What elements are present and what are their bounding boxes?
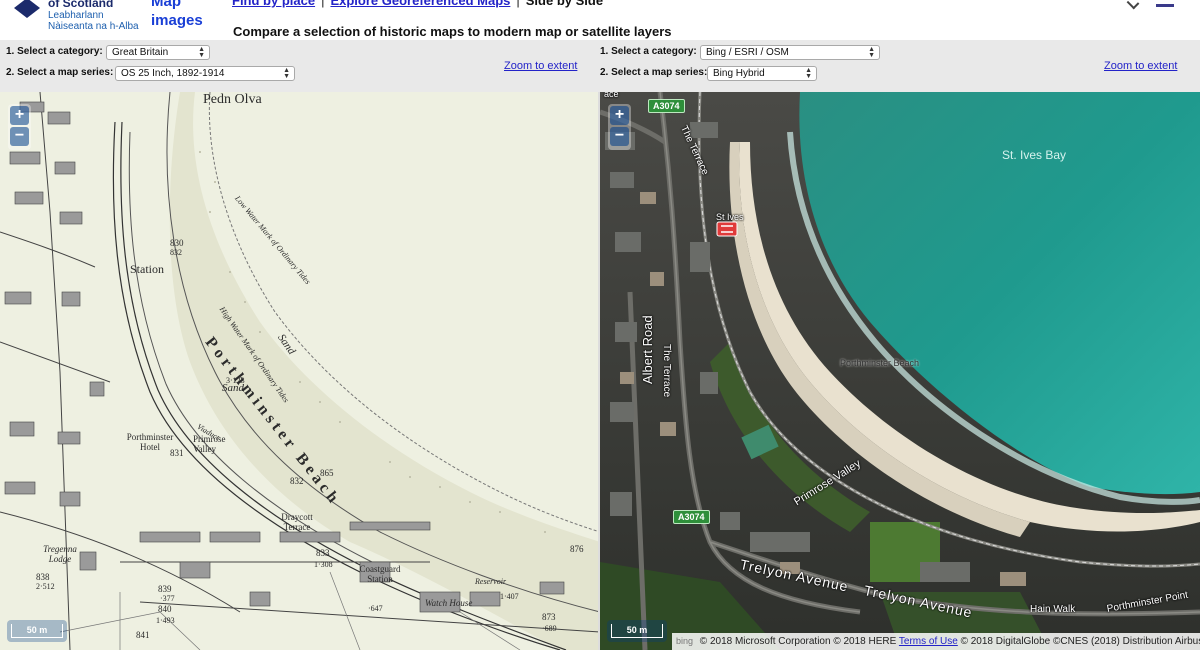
road-shield-a3074: A3074 [648, 99, 685, 113]
right-series-select[interactable]: Bing Hybrid ▲ ▼ [707, 66, 817, 81]
nls-logo[interactable]: National Library of Scotland Leabharlann… [10, 0, 150, 38]
parcel-number: 840 [158, 604, 172, 614]
parcel-number: 873 [542, 612, 556, 622]
nav-explore-georeferenced[interactable]: Explore Georeferenced Maps [330, 0, 510, 8]
left-scale-bar: 50 m [7, 620, 67, 642]
parcel-area: 2·512 [36, 582, 55, 591]
left-category-select[interactable]: Great Britain ▲ ▼ [106, 45, 210, 60]
main-nav: Find by place | Explore Georeferenced Maps… [232, 0, 603, 9]
attribution-imagery: © 2018 DigitalGlobe ©CNES (2018) Distrib… [960, 636, 1200, 647]
right-series-label: 2. Select a map series: [600, 67, 708, 78]
nav-side-by-side: Side by Side [525, 0, 604, 8]
parcel-area: 1·493 [156, 616, 175, 625]
top-right-icons [1126, 0, 1174, 12]
left-zoom-in-button[interactable]: + [10, 106, 29, 125]
select-arrows-icon: ▲ ▼ [198, 46, 205, 59]
select-arrows-icon: ▲ ▼ [805, 67, 812, 80]
select-arrows-icon: ▲ ▼ [283, 67, 290, 80]
parcel-area: ·377 [160, 594, 175, 603]
terms-of-use-link[interactable]: Terms of Use [899, 636, 958, 647]
parcel-area: 832 [170, 248, 182, 257]
label-hain-walk: Hain Walk [1030, 604, 1076, 615]
nls-logo-gaelic: Leabharlann Nàiseanta na h-Alba [48, 10, 139, 32]
left-series-label: 2. Select a map series: [6, 67, 114, 78]
right-zoom-in-button[interactable]: + [610, 106, 629, 125]
historic-map-pane[interactable]: Pedn Olva Station Porthminster Beach Low… [0, 92, 600, 650]
map-images-link[interactable]: Map images [151, 0, 211, 30]
label-pedn-olva: Pedn Olva [203, 92, 262, 107]
nav-find-by-place[interactable]: Find by place [232, 0, 315, 8]
bing-logo: bing [676, 636, 694, 646]
label-partial: ace [604, 92, 619, 99]
left-zoom-control: + − [8, 104, 31, 150]
left-zoom-to-extent-link[interactable]: Zoom to extent [504, 59, 577, 73]
parcel-number: 839 [158, 584, 172, 594]
label-st-ives-bay: St. Ives Bay [1002, 148, 1067, 162]
left-scale-label: 50 m [11, 624, 63, 638]
parcel-number: 876 [570, 544, 584, 554]
label-station: Station [130, 262, 165, 276]
header: National Library of Scotland Leabharlann… [0, 0, 1200, 40]
parcel-area: ·689 [542, 624, 557, 633]
side-by-side-page: National Library of Scotland Leabharlann… [0, 0, 1200, 650]
parcel-area: 1·308 [314, 560, 333, 569]
right-category-select[interactable]: Bing / ESRI / OSM ▲ ▼ [700, 45, 880, 60]
label-porthminster-beach: Porthminster Beach [840, 358, 920, 368]
parcel-number: 841 [136, 630, 150, 640]
parcel-area: 3·123 [226, 376, 245, 385]
label-primrose-valley: Primrose Valley [193, 434, 226, 454]
satellite-map-canvas[interactable] [600, 92, 1200, 650]
road-shield-a3074: A3074 [673, 510, 710, 524]
left-category-value: Great Britain [112, 47, 169, 58]
right-zoom-control: + − [608, 104, 631, 150]
right-series-value: Bing Hybrid [713, 68, 765, 79]
parcel-number: 865 [320, 468, 334, 478]
left-category-label: 1. Select a category: [6, 46, 103, 57]
right-scale-label: 50 m [611, 624, 663, 638]
right-category-value: Bing / ESRI / OSM [706, 47, 789, 58]
right-zoom-out-button[interactable]: − [610, 127, 629, 146]
label-the-terrace: The Terrace [661, 344, 672, 398]
historic-map-canvas[interactable] [0, 92, 600, 650]
label-watch-house: Watch House [425, 598, 473, 608]
label-st-ives: St Ives [716, 212, 744, 222]
right-scale-bar: 50 m [607, 620, 667, 642]
parcel-number: 830 [170, 238, 184, 248]
parcel-number: 833 [316, 548, 330, 558]
nls-logo-icon [14, 0, 40, 18]
parcel-number: 832 [290, 476, 304, 486]
attribution-copyright: © 2018 Microsoft Corporation © 2018 HERE [699, 636, 897, 647]
nav-separator: | [516, 0, 520, 8]
left-zoom-out-button[interactable]: − [10, 127, 29, 146]
right-zoom-to-extent-link[interactable]: Zoom to extent [1104, 59, 1177, 73]
nav-separator: | [321, 0, 325, 8]
parcel-number: 831 [170, 448, 184, 458]
chevron-icon[interactable] [1126, 0, 1139, 10]
label-porthminster-hotel: Porthminster Hotel [126, 432, 174, 452]
map-attribution: bing © 2018 Microsoft Corporation © 2018… [672, 633, 1200, 650]
right-category-label: 1. Select a category: [600, 46, 697, 57]
parcel-area: 1·407 [500, 592, 519, 601]
controls-bar: 1. Select a category: Great Britain ▲ ▼ 2… [0, 40, 1200, 92]
label-reservoir: Reservoir [475, 577, 507, 586]
label-coastguard-station: Coastguard Station [359, 564, 401, 584]
label-draycott-terrace: Draycott Terrace [281, 512, 313, 532]
left-series-value: OS 25 Inch, 1892-1914 [121, 68, 225, 79]
parcel-number: 838 [36, 572, 50, 582]
label-albert-road: Albert Road [640, 315, 655, 384]
satellite-map-pane[interactable]: St. Ives Bay St Ives Porthminster Beach … [600, 92, 1200, 650]
nls-logo-name: National Library of Scotland [48, 0, 114, 10]
page-subtitle: Compare a selection of historic maps to … [233, 24, 672, 39]
parcel-area: ·647 [368, 604, 383, 613]
menu-icon[interactable] [1156, 4, 1174, 7]
left-series-select[interactable]: OS 25 Inch, 1892-1914 ▲ ▼ [115, 66, 295, 81]
select-arrows-icon: ▲ ▼ [868, 46, 875, 59]
label-tregenna-lodge: Tregenna Lodge [43, 544, 77, 564]
